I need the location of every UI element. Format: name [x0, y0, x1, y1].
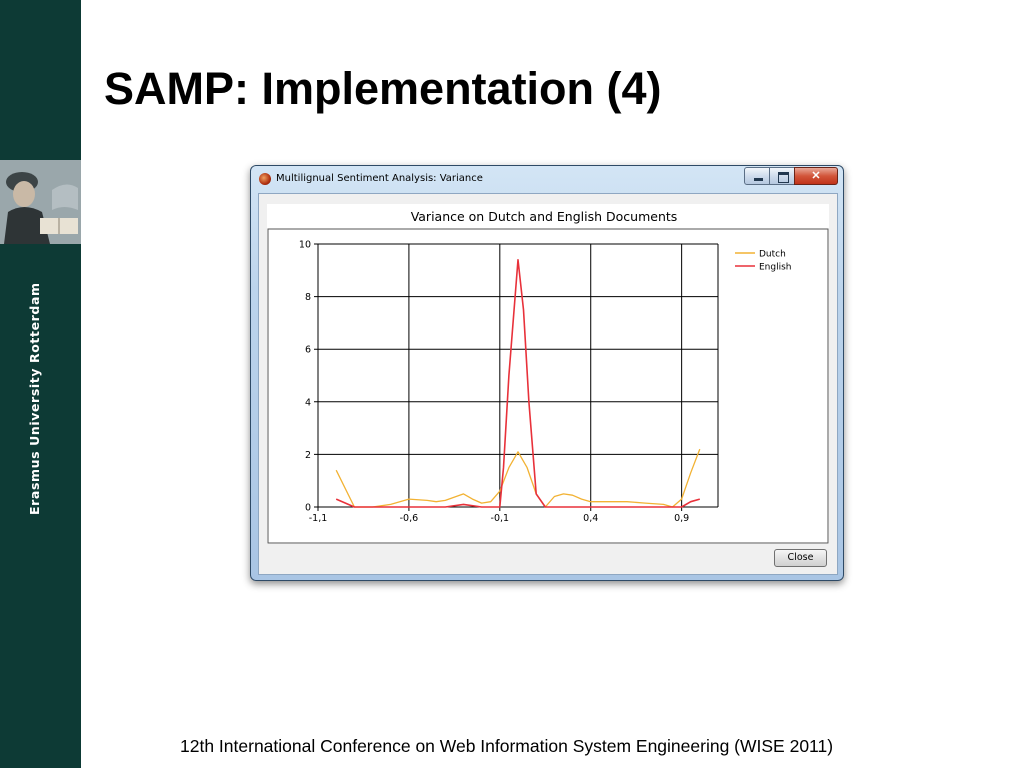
- y-tick-label: 0: [305, 503, 311, 514]
- maximize-icon: [778, 172, 789, 183]
- window-title: Multilignual Sentiment Analysis: Varianc…: [276, 173, 483, 184]
- university-name-text: Erasmus University Rotterdam: [27, 282, 42, 515]
- app-window: Multilignual Sentiment Analysis: Varianc…: [250, 165, 844, 581]
- close-icon: ✕: [811, 170, 821, 182]
- variance-chart: Variance on Dutch and English Documents …: [267, 209, 829, 544]
- y-tick-label: 10: [299, 240, 311, 251]
- x-tick-label: 0,4: [583, 513, 598, 524]
- y-tick-label: 4: [305, 397, 311, 408]
- x-tick-label: -0,1: [491, 513, 510, 524]
- minimize-icon: [754, 178, 763, 181]
- maximize-button[interactable]: [769, 167, 795, 185]
- x-tick-label: -0,6: [400, 513, 419, 524]
- window-client-area: Variance on Dutch and English Documents …: [258, 193, 838, 575]
- window-close-button[interactable]: ✕: [794, 167, 838, 185]
- legend-label-dutch: Dutch: [759, 250, 786, 260]
- slide-title: SAMP: Implementation (4): [104, 63, 662, 114]
- close-button[interactable]: Close: [774, 549, 827, 567]
- window-titlebar[interactable]: Multilignual Sentiment Analysis: Varianc…: [251, 166, 843, 192]
- erasmus-portrait-image: [0, 160, 81, 244]
- conference-footer: 12th International Conference on Web Inf…: [180, 736, 834, 756]
- y-tick-label: 6: [305, 345, 311, 356]
- chart-title: Variance on Dutch and English Documents: [411, 209, 678, 224]
- x-tick-label: 0,9: [674, 513, 689, 524]
- university-sidebar: Erasmus University Rotterdam: [0, 0, 81, 768]
- chart-frame: [267, 228, 829, 544]
- x-tick-label: -1,1: [309, 513, 328, 524]
- minimize-button[interactable]: [744, 167, 770, 185]
- app-icon[interactable]: [259, 173, 271, 185]
- y-tick-label: 8: [305, 292, 311, 303]
- legend-label-english: English: [759, 263, 792, 273]
- chart-panel: Variance on Dutch and English Documents …: [267, 204, 829, 544]
- y-tick-label: 2: [305, 450, 311, 461]
